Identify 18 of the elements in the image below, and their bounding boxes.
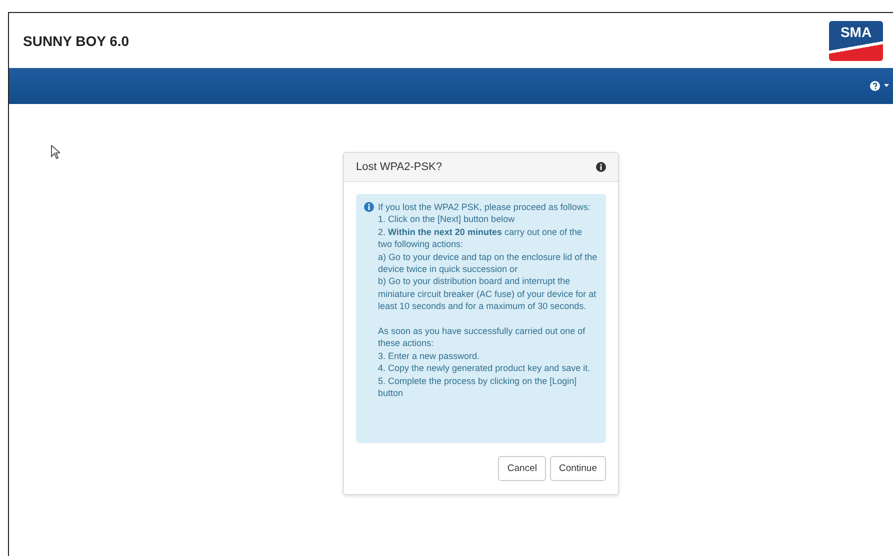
info-text: If you lost the WPA2 PSK, please proceed as follows:: [378, 200, 592, 214]
info-icon: [364, 202, 374, 212]
caret-icon[interactable]: [884, 84, 889, 88]
continue-button[interactable]: Continue: [550, 456, 606, 481]
info-text: b) Go to your distribution board and interrupt the miniature circuit breaker (AC fuse) of your device for at least 10 seconds and for a maximum of 30 seconds.: [378, 275, 598, 313]
cancel-button[interactable]: Cancel: [498, 456, 546, 481]
info-icon: [596, 162, 606, 172]
info-text: As soon as you have successfully carried out one of these actions:: [378, 324, 586, 350]
help-icon[interactable]: [870, 81, 880, 91]
info-text: 2. Within the next 20 minutes carry out one of the two following actions:: [378, 226, 583, 251]
logo: SMA: [829, 20, 883, 60]
info-text: 1. Click on the [Next] button below: [378, 213, 516, 226]
info-text: 3. Enter a new password.: [378, 350, 481, 362]
dialog-title: Lost WPA2-PSK?: [356, 160, 442, 173]
info-text: 4. Copy the newly generated product key and save it.: [378, 362, 592, 375]
info-text: 5. Complete the process by clicking on the [Login] button: [378, 374, 578, 400]
app-title: SUNNY BOY 6.0: [23, 32, 130, 48]
cursor-icon: [51, 145, 60, 159]
